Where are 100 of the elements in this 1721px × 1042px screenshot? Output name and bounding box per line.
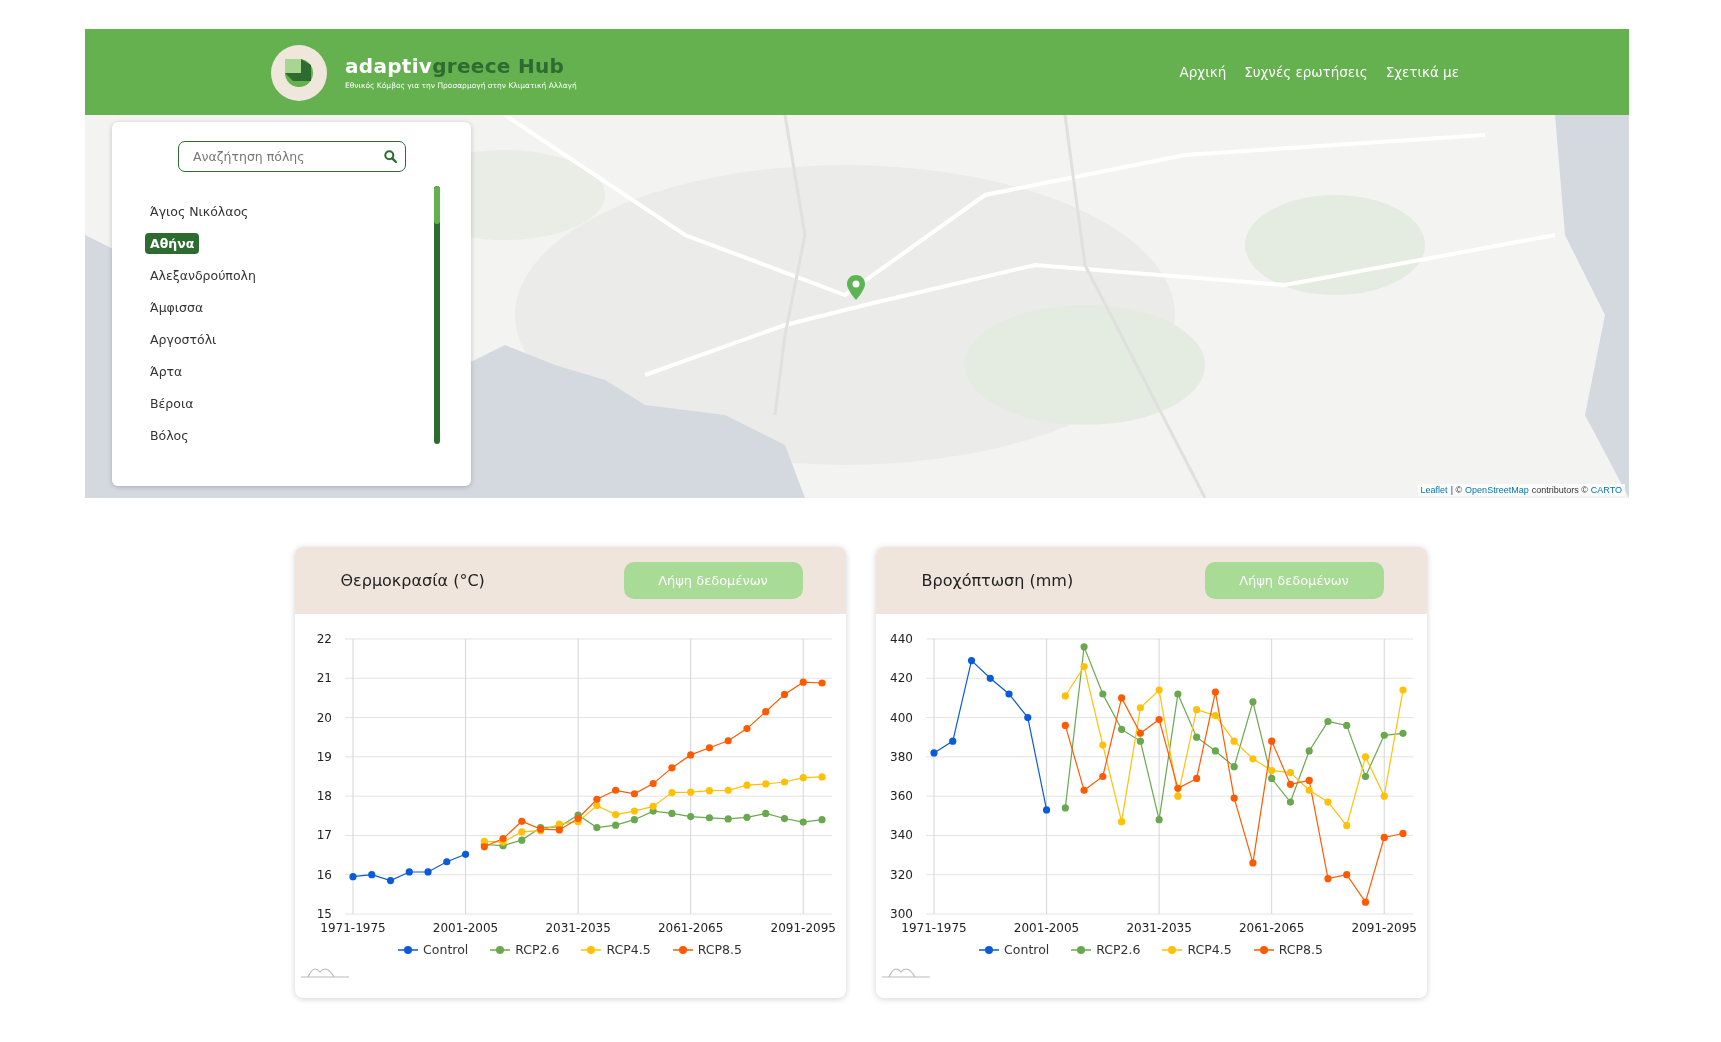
data-point	[799, 678, 807, 686]
data-point	[386, 877, 394, 885]
data-point	[611, 786, 619, 794]
data-point	[1211, 712, 1219, 720]
data-point	[1230, 763, 1238, 771]
data-point	[1323, 798, 1332, 806]
data-point	[442, 858, 450, 866]
data-point	[1192, 733, 1200, 741]
data-point	[1042, 806, 1050, 814]
axis-label: 340	[889, 828, 913, 843]
data-point	[1080, 786, 1088, 794]
city-item[interactable]: Άρτα	[145, 360, 188, 382]
map-marker-icon[interactable]	[846, 274, 866, 301]
city-item[interactable]: Αργοστόλι	[145, 328, 222, 350]
data-point	[1155, 686, 1163, 694]
city-item[interactable]: Βέροια	[145, 392, 199, 414]
axis-label: 320	[889, 867, 913, 882]
data-point	[1098, 741, 1106, 749]
data-point	[1380, 833, 1388, 841]
data-point	[1173, 690, 1181, 698]
data-point	[724, 737, 732, 745]
data-point	[1192, 706, 1200, 714]
data-point	[1267, 737, 1275, 745]
brand-name: adaptivgreece Hub	[345, 54, 566, 78]
city-item[interactable]: Άγιος Νικόλαος	[145, 200, 254, 222]
data-point	[667, 809, 675, 818]
data-point	[611, 821, 619, 829]
data-point	[742, 781, 751, 789]
data-point	[986, 674, 994, 682]
axis-label: 360	[889, 789, 913, 804]
data-point	[1342, 822, 1350, 830]
chart-title: Βροχόπτωση (mm)	[921, 571, 1074, 590]
legend-item[interactable]: RCP4.5	[581, 942, 651, 957]
data-point	[1342, 871, 1350, 879]
attribution-link[interactable]: CARTO	[1590, 485, 1622, 495]
data-point	[1117, 694, 1125, 702]
data-point	[1023, 713, 1031, 722]
data-point	[630, 790, 638, 798]
data-point	[1080, 662, 1088, 671]
legend-item[interactable]: RCP2.6	[490, 942, 560, 957]
data-point	[761, 708, 769, 716]
data-point	[1323, 717, 1332, 726]
axis-label: 22	[316, 632, 332, 646]
legend-item[interactable]: Control	[979, 942, 1050, 957]
attribution-link[interactable]: OpenStreetMap	[1465, 485, 1529, 495]
data-point	[686, 751, 694, 759]
axis-label: 1971-1975	[319, 921, 386, 935]
data-point	[1061, 721, 1069, 730]
data-point	[686, 788, 694, 796]
mountain-icon	[880, 966, 931, 978]
data-point	[1061, 692, 1069, 700]
axis-label: 18	[316, 789, 332, 804]
attribution-link[interactable]: Leaflet	[1420, 485, 1448, 495]
data-point	[367, 871, 375, 879]
legend-item[interactable]: Control	[398, 942, 469, 957]
city-item[interactable]: Αλεξανδρούπολη	[145, 264, 261, 286]
data-point	[799, 774, 807, 782]
axis-label: 15	[316, 907, 332, 921]
legend-item[interactable]: RCP8.5	[672, 942, 742, 957]
data-point	[799, 818, 807, 826]
scrollbar[interactable]	[434, 186, 440, 444]
data-point	[1155, 816, 1163, 824]
mountain-icon	[299, 966, 350, 978]
axis-label: 2091-2095	[770, 921, 836, 935]
city-item[interactable]: Αθήνα	[145, 232, 200, 254]
data-point	[1380, 792, 1388, 800]
legend-item[interactable]: RCP4.5	[1162, 942, 1232, 957]
axis-label: 2061-2065	[1238, 921, 1304, 935]
data-point	[817, 816, 826, 824]
data-point	[1286, 768, 1294, 777]
data-point	[1117, 725, 1125, 733]
data-point	[1098, 690, 1106, 698]
attribution-text: contributors ©	[1531, 485, 1588, 495]
data-point	[1305, 747, 1313, 755]
data-point	[1061, 804, 1069, 812]
data-point	[1211, 688, 1219, 696]
legend-item[interactable]: RCP2.6	[1071, 942, 1141, 957]
axis-label: 2001-2005	[1013, 921, 1079, 935]
axis-label: 300	[889, 907, 913, 921]
axis-label: 19	[316, 749, 332, 764]
data-point	[1398, 686, 1407, 694]
data-point	[1361, 753, 1369, 761]
data-point	[1136, 704, 1144, 712]
data-point	[1117, 818, 1125, 826]
data-point	[1342, 721, 1350, 730]
search-field[interactable]: Αναζήτηση πόλης	[178, 141, 406, 172]
data-point	[611, 811, 619, 819]
city-item[interactable]: Άμφισσα	[145, 296, 209, 318]
chart-title: Θερμοκρασία (°C)	[340, 571, 485, 590]
data-point	[724, 786, 732, 794]
axis-label: 1971-1975	[900, 921, 967, 935]
data-point	[1248, 859, 1256, 867]
data-point	[1155, 715, 1163, 724]
legend-item[interactable]: RCP8.5	[1253, 942, 1323, 957]
data-point	[705, 787, 713, 795]
data-point	[649, 779, 657, 788]
data-point	[1080, 643, 1088, 651]
city-item[interactable]: Βόλος	[145, 424, 194, 446]
data-point	[1323, 875, 1332, 883]
data-point	[1248, 755, 1256, 763]
